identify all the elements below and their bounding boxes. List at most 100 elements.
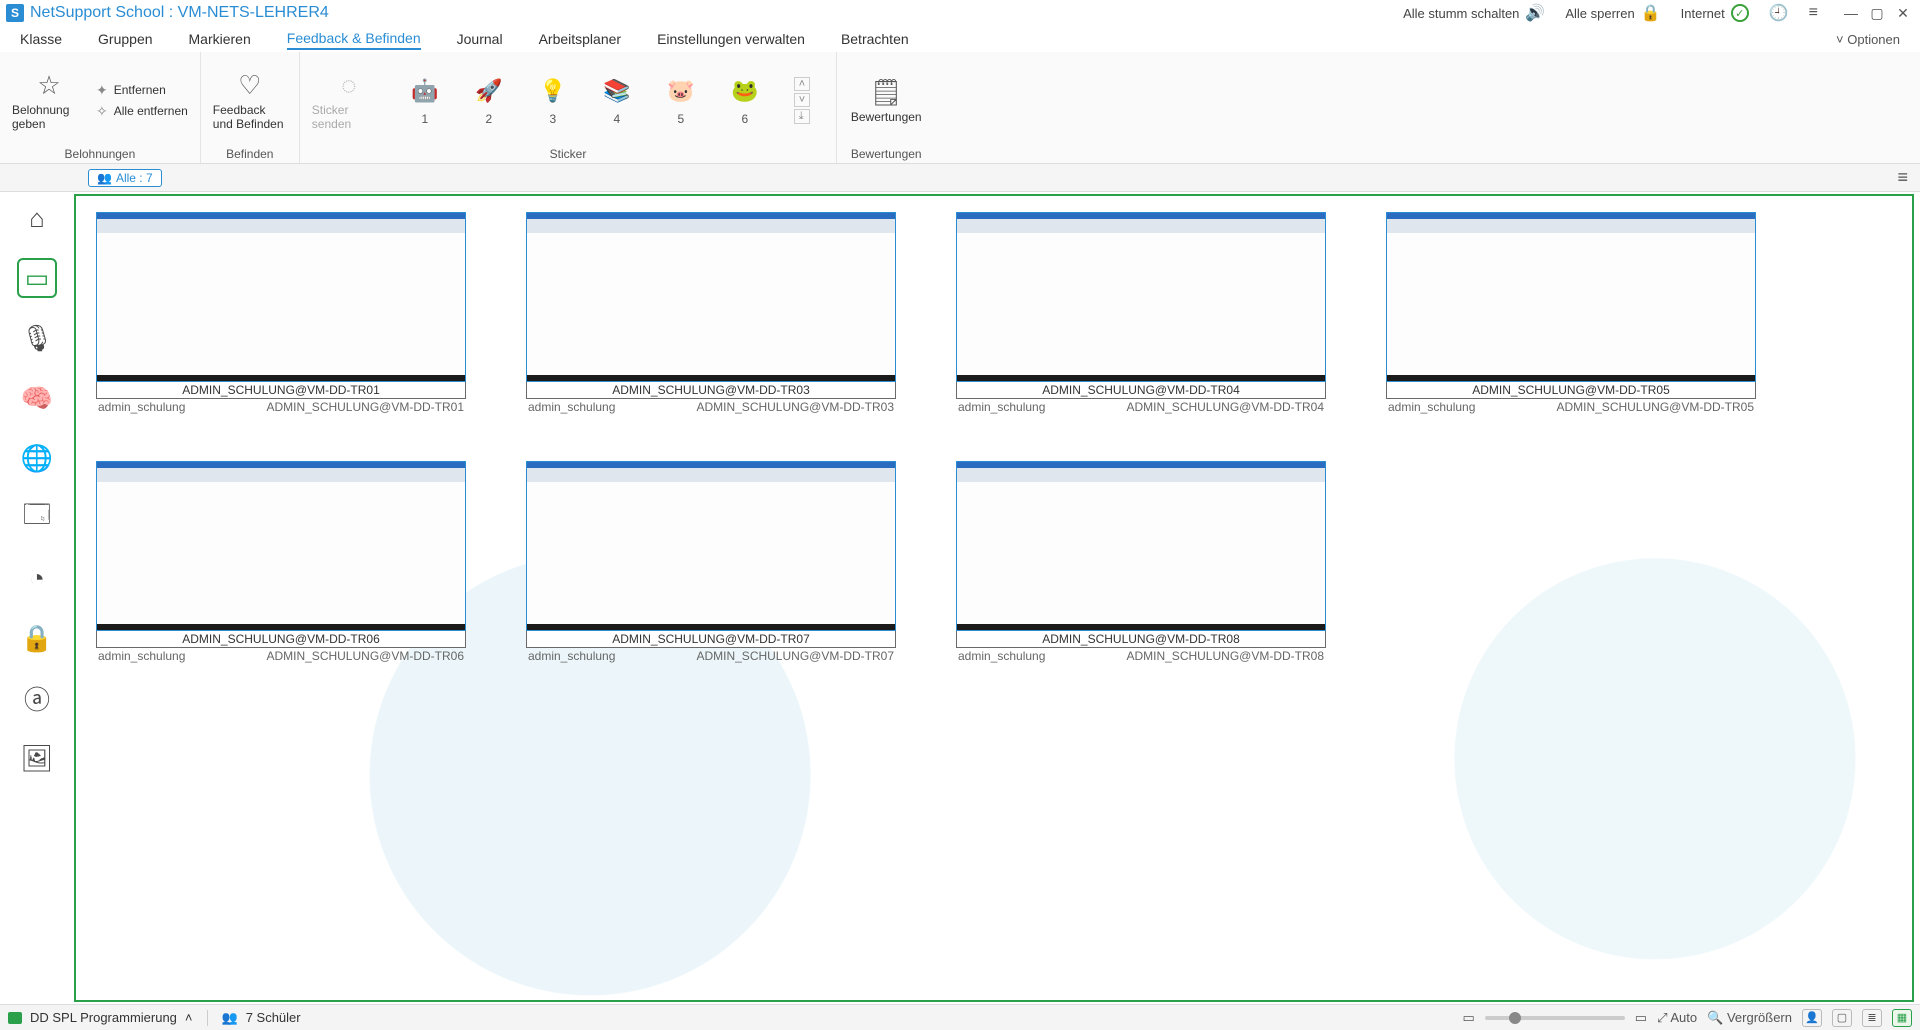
student-user: admin_schulung xyxy=(958,400,1045,414)
clock-icon: 🕘 xyxy=(1769,3,1789,23)
thumbnails-canvas[interactable]: ADMIN_SCHULUNG@VM-DD-TR01admin_schulungA… xyxy=(74,194,1914,1002)
zoom-slider[interactable] xyxy=(1485,1016,1625,1020)
sticker-prev[interactable]: ˄ xyxy=(794,77,810,91)
menu-markieren[interactable]: Markieren xyxy=(189,29,251,49)
menu-feedback[interactable]: Feedback & Befinden xyxy=(287,28,421,50)
remove-all-rewards-button[interactable]: ✧Alle entfernen xyxy=(96,103,188,120)
student-user: admin_schulung xyxy=(958,649,1045,663)
view-single-icon[interactable]: ▢ xyxy=(1832,1009,1852,1027)
mode-home[interactable]: ⌂ xyxy=(17,198,57,238)
feedback-befinden-button[interactable]: ♡ Feedback und Befinden xyxy=(213,70,287,131)
maximize-button[interactable]: ▢ xyxy=(1866,3,1888,23)
student-user: admin_schulung xyxy=(1388,400,1475,414)
menu-gruppen[interactable]: Gruppen xyxy=(98,29,152,49)
title-bar: S NetSupport School : VM-NETS-LEHRER4 Al… xyxy=(0,0,1920,26)
zoom-out-icon[interactable]: ▭ xyxy=(1463,1010,1475,1026)
student-thumbnail[interactable]: ADMIN_SCHULUNG@VM-DD-TR08admin_schulungA… xyxy=(956,461,1326,664)
filter-bar: 👥 Alle : 7 ≡ xyxy=(0,164,1920,192)
student-thumbnail[interactable]: ADMIN_SCHULUNG@VM-DD-TR06admin_schulungA… xyxy=(96,461,466,664)
menu-arbeitsplaner[interactable]: Arbeitsplaner xyxy=(539,29,622,49)
mute-all-button[interactable]: Alle stumm schalten 🔊 xyxy=(1393,3,1555,23)
sticker-5[interactable]: 🐷5 xyxy=(666,76,696,126)
internet-button[interactable]: Internet ✓ xyxy=(1671,4,1759,22)
group-befinden-label: Befinden xyxy=(226,145,273,161)
sticker-more[interactable]: ⤓ xyxy=(794,109,810,124)
minimize-button[interactable]: — xyxy=(1840,3,1862,23)
remove-reward-button[interactable]: ✦Entfernen xyxy=(96,82,188,99)
student-screenshot[interactable] xyxy=(956,461,1326,631)
mode-brain[interactable]: 🧠 xyxy=(17,378,57,418)
menu-klasse[interactable]: Klasse xyxy=(20,29,62,49)
view-user-icon[interactable]: 👤 xyxy=(1802,1009,1822,1027)
student-thumbnail[interactable]: ADMIN_SCHULUNG@VM-DD-TR01admin_schulungA… xyxy=(96,212,466,415)
close-button[interactable]: ✕ xyxy=(1892,3,1914,23)
view-list-icon[interactable]: ≣ xyxy=(1862,1009,1882,1027)
star-icon: ☆ xyxy=(37,70,60,101)
filter-more-button[interactable]: ≡ xyxy=(1891,167,1914,188)
mode-usb[interactable]: 🔒 xyxy=(17,618,57,658)
student-title: ADMIN_SCHULUNG@VM-DD-TR01 xyxy=(96,382,466,399)
bewertungen-button[interactable]: 🗒 Bewertungen xyxy=(849,77,923,124)
group-icon: 👥 xyxy=(97,171,112,185)
student-thumbnail[interactable]: ADMIN_SCHULUNG@VM-DD-TR03admin_schulungA… xyxy=(526,212,896,415)
lock-all-button[interactable]: Alle sperren 🔒 xyxy=(1555,3,1670,23)
student-thumbnail[interactable]: ADMIN_SCHULUNG@VM-DD-TR04admin_schulungA… xyxy=(956,212,1326,415)
students-icon: 👥 xyxy=(222,1010,238,1026)
mode-apps[interactable]: 🗔 xyxy=(17,498,57,538)
mode-audio[interactable]: 🎙 xyxy=(17,318,57,358)
sticker-robot-icon: 🤖 xyxy=(410,76,440,106)
window-title: NetSupport School : VM-NETS-LEHRER4 xyxy=(30,4,329,22)
group-bewertungen-label: Bewertungen xyxy=(851,145,922,161)
feedback-befinden-label: Feedback und Befinden xyxy=(213,103,287,131)
mode-image[interactable]: 🖼 xyxy=(17,738,57,778)
timer-button[interactable]: 🕘 xyxy=(1759,3,1799,23)
sticker-frog-icon: 🐸 xyxy=(730,76,760,106)
student-thumbnail[interactable]: ADMIN_SCHULUNG@VM-DD-TR05admin_schulungA… xyxy=(1386,212,1756,415)
student-thumbnail[interactable]: ADMIN_SCHULUNG@VM-DD-TR07admin_schulungA… xyxy=(526,461,896,664)
group-sticker-label: Sticker xyxy=(550,145,587,161)
student-screenshot[interactable] xyxy=(526,212,896,382)
student-host: ADMIN_SCHULUNG@VM-DD-TR04 xyxy=(1126,400,1324,414)
star-remove-icon: ✦ xyxy=(96,82,108,99)
menu-betrachten[interactable]: Betrachten xyxy=(841,29,909,49)
mute-all-label: Alle stumm schalten xyxy=(1403,6,1519,21)
menu-einstellungen[interactable]: Einstellungen verwalten xyxy=(657,29,805,49)
ribbon: ☆ Belohnung geben ✦Entfernen ✧Alle entfe… xyxy=(0,52,1920,164)
student-user: admin_schulung xyxy=(98,649,185,663)
student-screenshot[interactable] xyxy=(1386,212,1756,382)
send-sticker-button[interactable]: ◌ Sticker senden xyxy=(312,70,386,131)
mode-web[interactable]: 🌐 xyxy=(17,438,57,478)
sticker-piggy-icon: 🐷 xyxy=(666,76,696,106)
mode-sidebar: ⌂ ▭ 🎙 🧠 🌐 🗔 ◔ 🔒 ⓐ 🖼 xyxy=(0,192,74,1004)
sticker-1[interactable]: 🤖1 xyxy=(410,76,440,126)
app-menu-button[interactable]: ≡ xyxy=(1799,4,1828,22)
menu-icon: ≡ xyxy=(1809,4,1818,22)
mode-chat[interactable]: ⓐ xyxy=(17,678,57,718)
sticker-6[interactable]: 🐸6 xyxy=(730,76,760,126)
star-clear-icon: ✧ xyxy=(96,103,108,120)
mode-survey[interactable]: ◔ xyxy=(17,558,57,598)
clipboard-icon: 🗒 xyxy=(870,77,903,108)
sticker-3[interactable]: 💡3 xyxy=(538,76,568,126)
sticker-2[interactable]: 🚀2 xyxy=(474,76,504,126)
give-reward-button[interactable]: ☆ Belohnung geben xyxy=(12,70,86,131)
sticker-next[interactable]: ˅ xyxy=(794,93,810,107)
student-host: ADMIN_SCHULUNG@VM-DD-TR05 xyxy=(1556,400,1754,414)
student-screenshot[interactable] xyxy=(96,212,466,382)
menu-journal[interactable]: Journal xyxy=(457,29,503,49)
auto-fit-button[interactable]: ⤢ Auto xyxy=(1657,1010,1697,1026)
student-screenshot[interactable] xyxy=(956,212,1326,382)
filter-all-chip[interactable]: 👥 Alle : 7 xyxy=(88,169,162,187)
optionen-dropdown[interactable]: ˅ Optionen xyxy=(1836,32,1900,47)
zoom-button[interactable]: 🔍 Vergrößern xyxy=(1707,1010,1792,1026)
class-menu-caret[interactable]: ˄ xyxy=(185,1010,193,1025)
lock-icon: 🔒 xyxy=(1641,3,1661,23)
sticker-4[interactable]: 📚4 xyxy=(602,76,632,126)
zoom-in-icon[interactable]: ▭ xyxy=(1635,1010,1647,1026)
mode-monitor[interactable]: ▭ xyxy=(17,258,57,298)
speaker-icon: 🔊 xyxy=(1525,3,1545,23)
view-grid-icon[interactable]: ▦ xyxy=(1892,1009,1912,1027)
student-screenshot[interactable] xyxy=(526,461,896,631)
student-screenshot[interactable] xyxy=(96,461,466,631)
student-user: admin_schulung xyxy=(528,649,615,663)
